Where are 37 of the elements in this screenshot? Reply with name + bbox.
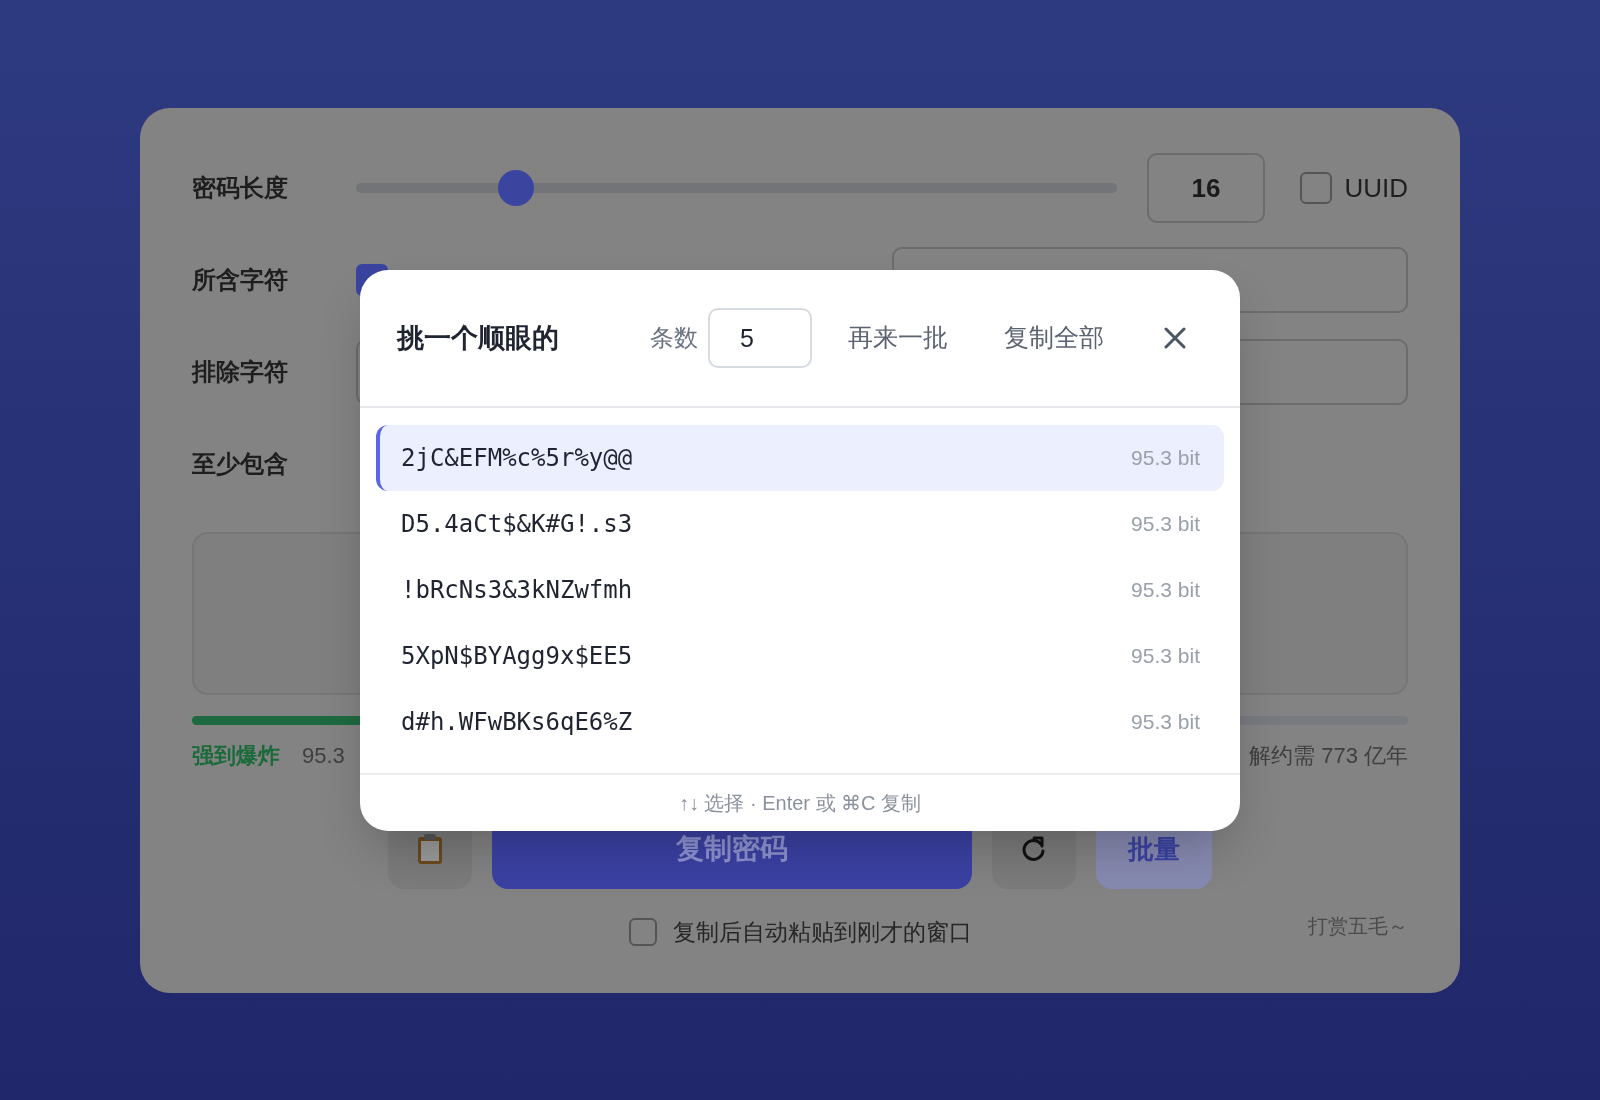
password-option[interactable]: d#h.WFwBKs6qE6%Z 95.3 bit (376, 689, 1224, 755)
password-option[interactable]: D5.4aCt$&K#G!.s3 95.3 bit (376, 491, 1224, 557)
password-option[interactable]: !bRcNs3&3kNZwfmh 95.3 bit (376, 557, 1224, 623)
checkbox[interactable] (1300, 172, 1333, 204)
length-slider[interactable] (356, 173, 1118, 203)
count-field[interactable]: 5 (708, 308, 812, 368)
dialog-title: 挑一个顺眼的 (397, 321, 560, 355)
entropy-text: 95.3 (302, 741, 345, 770)
checkbox-label: UUID (1344, 171, 1408, 205)
password-option[interactable]: 5XpN$BYAgg9x$EE5 95.3 bit (376, 623, 1224, 689)
strength-label: 强到爆炸 (192, 741, 280, 770)
count-label: 条数 (650, 323, 698, 353)
text-button[interactable]: 复制全部 (1004, 319, 1104, 357)
password-text: D5.4aCt$&K#G!.s3 (401, 509, 633, 540)
crack-time-text: 解约需 773 亿年 (1249, 741, 1408, 770)
entropy-text: 95.3 bit (1131, 577, 1200, 604)
setting-label: 至少包含 (192, 449, 289, 479)
password-option[interactable]: 2jC&EFM%c%5r%y@@ 95.3 bit (376, 425, 1224, 491)
entropy-text: 95.3 bit (1131, 445, 1200, 472)
text-button[interactable]: 再来一批 (848, 319, 948, 357)
clipboard-icon (416, 833, 444, 865)
setting-label: 所含字符 (192, 265, 289, 295)
password-text: d#h.WFwBKs6qE6%Z (401, 707, 633, 738)
entropy-text: 95.3 bit (1131, 511, 1200, 538)
password-text: 5XpN$BYAgg9x$EE5 (401, 641, 633, 672)
entropy-text: 95.3 bit (1131, 709, 1200, 736)
entropy-text: 95.3 bit (1131, 643, 1200, 670)
refresh-icon (1021, 835, 1047, 863)
checkbox[interactable] (628, 918, 657, 947)
checkbox-label: 复制后自动粘贴到刚才的窗口 (672, 918, 972, 947)
password-text: !bRcNs3&3kNZwfmh (401, 575, 633, 606)
setting-label: 排除字符 (192, 357, 289, 387)
length-field[interactable]: 16 (1147, 153, 1266, 223)
setting-label: 密码长度 (192, 173, 289, 203)
close-icon (1164, 327, 1186, 349)
slider-thumb[interactable] (497, 170, 534, 206)
password-text: 2jC&EFM%c%5r%y@@ (401, 443, 633, 474)
